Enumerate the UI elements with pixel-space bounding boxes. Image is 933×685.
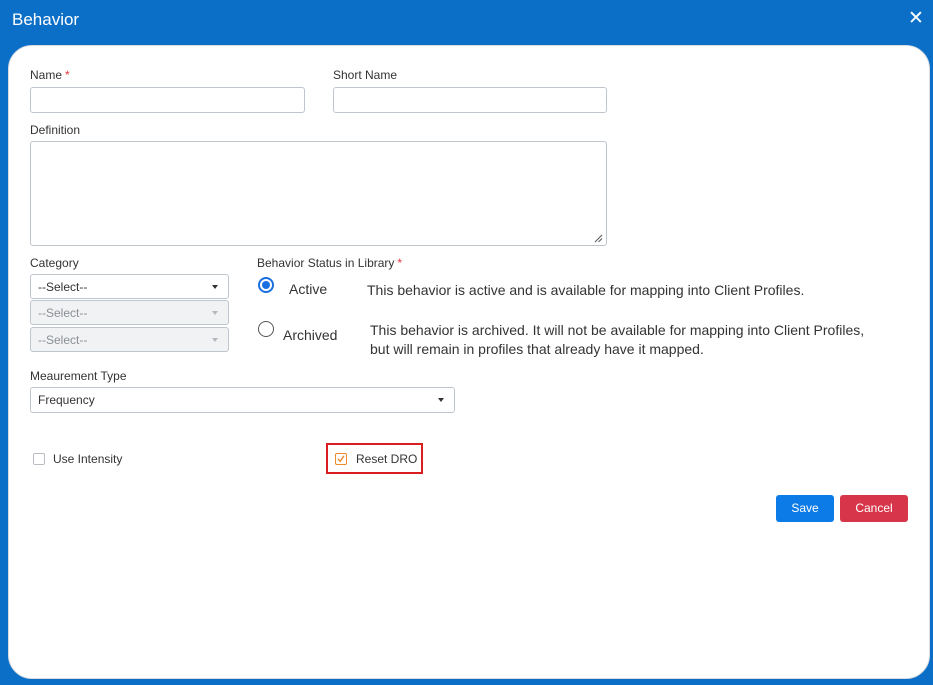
archived-radio-label[interactable]: Archived [283,327,337,343]
measurement-type-label: Meaurement Type [30,369,127,383]
category-label: Category [30,256,79,270]
archived-description-line-2: but will remain in profiles that already… [370,341,704,357]
dialog-titlebar: Behavior ✕ [0,0,933,42]
category-select[interactable]: --Select-- [30,274,229,299]
checkmark-icon [337,455,345,463]
name-input[interactable] [30,87,305,113]
definition-textarea[interactable] [30,141,607,246]
use-intensity-checkbox[interactable] [33,453,45,465]
chevron-down-icon [438,398,444,402]
close-icon[interactable]: ✕ [908,9,924,29]
definition-label: Definition [30,123,81,137]
chevron-down-icon [212,338,218,342]
required-marker: * [397,256,403,270]
behavior-dialog: Behavior ✕ Name * Short Name Definition C… [0,0,933,685]
subsubcategory-select: --Select-- [30,327,229,352]
active-radio-label[interactable]: Active [289,281,327,297]
measurement-type-value: Frequency [38,393,95,407]
cancel-button[interactable]: Cancel [840,495,908,522]
save-button[interactable]: Save [776,495,834,522]
active-radio[interactable] [258,277,274,293]
dialog-body: Name * Short Name Definition Category --S… [8,45,930,679]
status-label: Behavior Status in Library * [257,256,402,270]
subsubcategory-select-value: --Select-- [38,333,88,347]
status-label-text: Behavior Status in Library [257,256,395,270]
category-select-value: --Select-- [38,280,88,294]
chevron-down-icon [212,311,218,315]
use-intensity-label[interactable]: Use Intensity [53,452,122,466]
name-label-text: Name [30,68,63,82]
archived-radio[interactable] [258,321,274,337]
reset-dro-label[interactable]: Reset DRO [356,452,417,466]
chevron-down-icon [212,285,218,289]
active-description: This behavior is active and is available… [367,282,805,298]
measurement-type-select[interactable]: Frequency [30,387,455,413]
name-label: Name * [30,68,70,82]
reset-dro-checkbox[interactable] [335,453,347,465]
short-name-input[interactable] [333,87,607,113]
subcategory-select-value: --Select-- [38,306,88,320]
dialog-title: Behavior [12,10,80,29]
short-name-label: Short Name [333,68,398,82]
resize-grip-icon[interactable] [594,234,603,243]
subcategory-select: --Select-- [30,300,229,325]
required-marker: * [65,68,70,82]
archived-description-line-1: This behavior is archived. It will not b… [370,322,865,338]
